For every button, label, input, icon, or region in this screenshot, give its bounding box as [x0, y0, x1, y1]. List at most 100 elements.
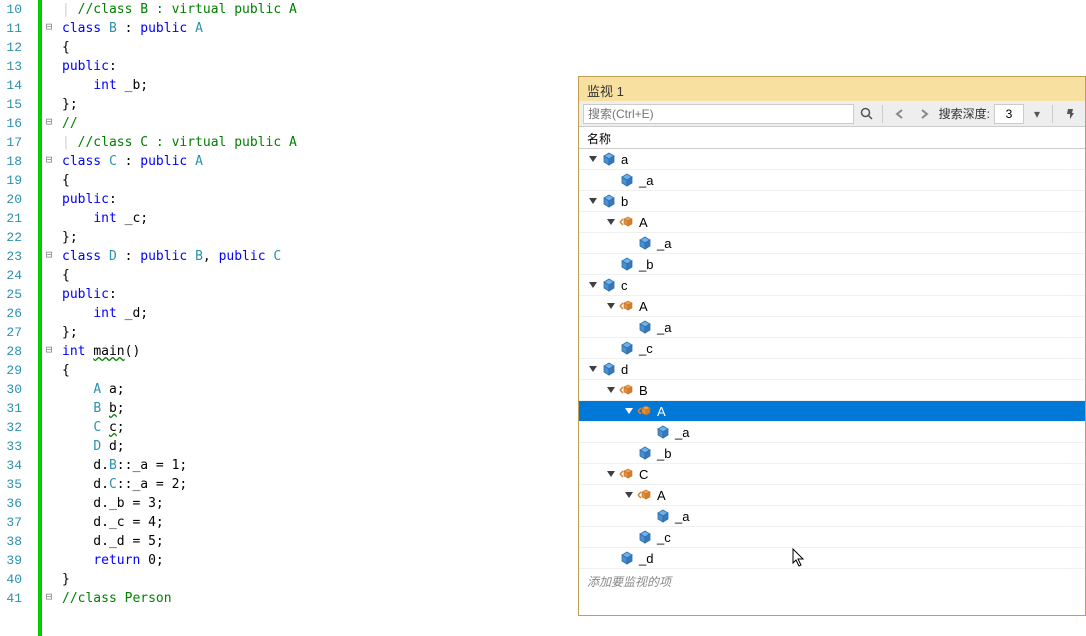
tree-label: A: [657, 488, 666, 503]
tree-label: b: [621, 194, 628, 209]
tree-expander[interactable]: [587, 279, 599, 291]
watch-panel: 监视 1 搜索深度: 3 ▾ 名称 a_abA_a_bcA_a_cdBA_a_b…: [578, 76, 1086, 616]
fold-toggle[interactable]: ⊟: [42, 19, 56, 38]
tree-label: A: [657, 404, 666, 419]
variable-icon: [637, 446, 653, 460]
toolbar-separator: [882, 105, 883, 123]
tree-expander[interactable]: [605, 300, 617, 312]
baseclass-icon: [619, 467, 635, 481]
fold-toggle[interactable]: [42, 418, 56, 437]
tree-label: _d: [639, 551, 653, 566]
watch-tree-row[interactable]: _a: [579, 233, 1085, 254]
watch-tree[interactable]: a_abA_a_bcA_a_cdBA_a_bCA_a_c_d添加要监视的项: [579, 149, 1085, 615]
watch-tree-row[interactable]: d: [579, 359, 1085, 380]
tree-expander[interactable]: [605, 216, 617, 228]
fold-toggle[interactable]: ⊟: [42, 114, 56, 133]
fold-toggle[interactable]: [42, 456, 56, 475]
fold-toggle[interactable]: [42, 209, 56, 228]
fold-toggle[interactable]: [42, 0, 56, 19]
tree-label: A: [639, 215, 648, 230]
fold-toggle[interactable]: [42, 475, 56, 494]
fold-toggle[interactable]: [42, 399, 56, 418]
fold-toggle[interactable]: ⊟: [42, 152, 56, 171]
fold-toggle[interactable]: [42, 380, 56, 399]
fold-toggle[interactable]: [42, 551, 56, 570]
tree-label: _a: [657, 236, 671, 251]
tree-label: _a: [639, 173, 653, 188]
depth-dropdown-icon[interactable]: ▾: [1026, 103, 1048, 125]
fold-toggle[interactable]: ⊟: [42, 247, 56, 266]
variable-icon: [637, 530, 653, 544]
watch-tree-row[interactable]: a: [579, 149, 1085, 170]
code-content[interactable]: | //class B : virtual public Aclass B : …: [56, 0, 580, 636]
tree-expander[interactable]: [623, 405, 635, 417]
fold-toggle[interactable]: [42, 532, 56, 551]
pin-icon[interactable]: [1059, 103, 1081, 125]
fold-toggle[interactable]: [42, 76, 56, 95]
fold-toggle[interactable]: [42, 190, 56, 209]
watch-tree-row[interactable]: A: [579, 401, 1085, 422]
tree-expander[interactable]: [587, 195, 599, 207]
watch-tree-row[interactable]: C: [579, 464, 1085, 485]
fold-toggle[interactable]: [42, 57, 56, 76]
watch-column-header[interactable]: 名称: [579, 127, 1085, 149]
tree-label: A: [639, 299, 648, 314]
variable-icon: [637, 320, 653, 334]
fold-toggle[interactable]: [42, 38, 56, 57]
line-number-gutter: 1011121314151617181920212223242526272829…: [0, 0, 28, 636]
watch-tree-row[interactable]: A: [579, 296, 1085, 317]
fold-toggle[interactable]: [42, 304, 56, 323]
fold-toggle[interactable]: [42, 570, 56, 589]
variable-icon: [601, 362, 617, 376]
nav-forward-button[interactable]: [913, 103, 935, 125]
fold-toggle[interactable]: [42, 361, 56, 380]
fold-toggle[interactable]: [42, 266, 56, 285]
add-watch-item[interactable]: 添加要监视的项: [579, 569, 1085, 594]
fold-toggle[interactable]: [42, 228, 56, 247]
variable-icon: [601, 278, 617, 292]
watch-tree-row[interactable]: _d: [579, 548, 1085, 569]
tree-expander[interactable]: [605, 468, 617, 480]
watch-tree-row[interactable]: _a: [579, 506, 1085, 527]
fold-toggle[interactable]: ⊟: [42, 589, 56, 608]
code-editor[interactable]: 1011121314151617181920212223242526272829…: [0, 0, 580, 636]
toolbar-separator: [1052, 105, 1053, 123]
marker-column: [28, 0, 38, 636]
fold-toggle[interactable]: [42, 494, 56, 513]
fold-toggle[interactable]: ⊟: [42, 342, 56, 361]
tree-label: _b: [639, 257, 653, 272]
watch-tree-row[interactable]: _a: [579, 170, 1085, 191]
search-icon[interactable]: [856, 103, 878, 125]
watch-tree-row[interactable]: c: [579, 275, 1085, 296]
search-input[interactable]: [583, 104, 854, 124]
watch-tree-row[interactable]: A: [579, 485, 1085, 506]
fold-toggle[interactable]: [42, 323, 56, 342]
search-depth-value[interactable]: 3: [994, 104, 1024, 124]
fold-column[interactable]: ⊟ ⊟ ⊟ ⊟ ⊟ ⊟: [42, 0, 56, 636]
tree-label: C: [639, 467, 648, 482]
watch-tree-row[interactable]: _a: [579, 317, 1085, 338]
watch-tree-row[interactable]: _b: [579, 443, 1085, 464]
watch-tree-row[interactable]: b: [579, 191, 1085, 212]
watch-tree-row[interactable]: _a: [579, 422, 1085, 443]
tree-expander[interactable]: [605, 384, 617, 396]
fold-toggle[interactable]: [42, 437, 56, 456]
fold-toggle[interactable]: [42, 171, 56, 190]
watch-tree-row[interactable]: _c: [579, 338, 1085, 359]
fold-toggle[interactable]: [42, 95, 56, 114]
variable-icon: [619, 341, 635, 355]
tree-expander[interactable]: [623, 489, 635, 501]
watch-tree-row[interactable]: A: [579, 212, 1085, 233]
watch-tree-row[interactable]: _c: [579, 527, 1085, 548]
fold-toggle[interactable]: [42, 133, 56, 152]
watch-tree-row[interactable]: _b: [579, 254, 1085, 275]
tree-expander[interactable]: [587, 153, 599, 165]
watch-tree-row[interactable]: B: [579, 380, 1085, 401]
tree-label: _c: [639, 341, 653, 356]
fold-toggle[interactable]: [42, 513, 56, 532]
tree-label: c: [621, 278, 628, 293]
tree-label: d: [621, 362, 628, 377]
tree-expander[interactable]: [587, 363, 599, 375]
fold-toggle[interactable]: [42, 285, 56, 304]
nav-back-button[interactable]: [889, 103, 911, 125]
